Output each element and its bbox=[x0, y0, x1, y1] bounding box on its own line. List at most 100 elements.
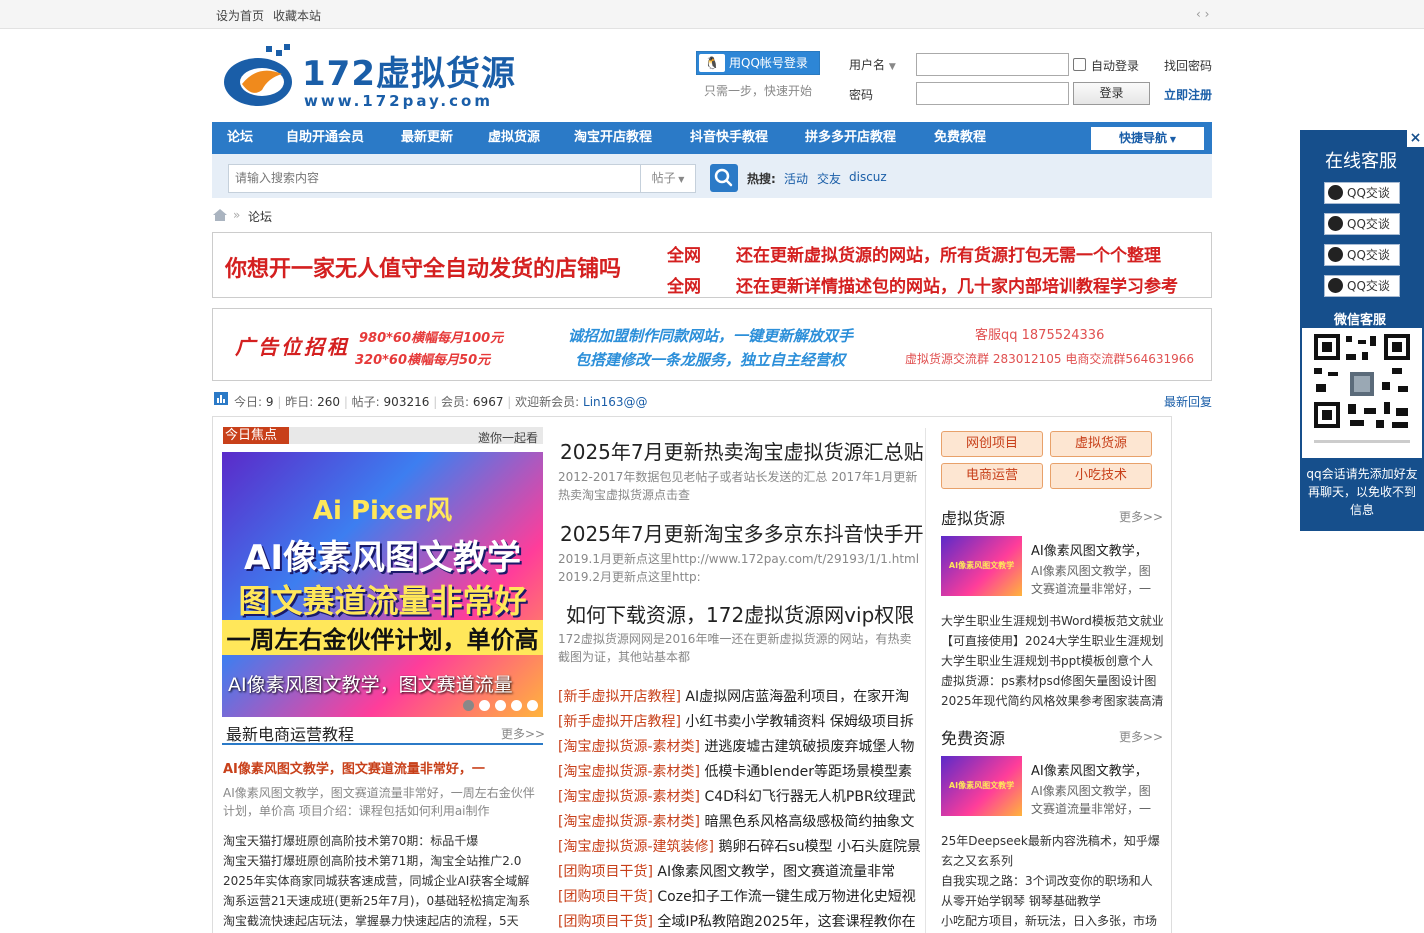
newest-member-link[interactable]: Lin163@@ bbox=[583, 395, 648, 409]
category-button[interactable]: 电商运营 bbox=[941, 463, 1043, 489]
list-item[interactable]: [团购项目干货] 全域IP私教陪跑2025年，这套课程教你在 bbox=[558, 911, 920, 931]
search-input[interactable]: 请输入搜索内容 bbox=[228, 164, 641, 193]
list-item[interactable]: [淘宝虚拟货源-素材类] C4D科幻飞行器无人机PBR纹理武 bbox=[558, 786, 920, 806]
list-item-tag[interactable]: [团购项目干货] bbox=[558, 889, 653, 905]
list-item[interactable]: [淘宝虚拟货源-素材类] 暗黑色系风格高级感极简约抽象文 bbox=[558, 811, 920, 831]
list-item[interactable]: 淘系运营21天速成班(更新25年7月)，0基础轻松搞定淘系 bbox=[223, 892, 543, 909]
ecom-headline[interactable]: AI像素风图文教学，图文赛道流量非常好，一 bbox=[223, 758, 543, 777]
list-item[interactable]: 淘宝天猫打爆班原创高阶技术第71期，淘宝全站推广2.0 bbox=[223, 852, 543, 869]
find-password-link[interactable]: 找回密码 bbox=[1164, 57, 1212, 74]
list-item[interactable]: [淘宝虚拟货源-建筑装修] 鹅卵石碎石su模型 小石头庭院景 bbox=[558, 836, 920, 856]
list-item[interactable]: 【可直接使用】2024大学生职业生涯规划 bbox=[941, 632, 1163, 649]
free-thumbnail[interactable]: AI像素风图文教学 bbox=[941, 756, 1022, 816]
slide-dot[interactable] bbox=[479, 700, 490, 711]
list-item[interactable]: 2025年现代简约风格效果参考图家装高清 bbox=[941, 692, 1163, 709]
list-item-text[interactable]: 暗黑色系风格高级感极简约抽象文 bbox=[704, 814, 914, 830]
list-item[interactable]: [团购项目干货] Coze扣子工作流一键生成万物进化史短视 bbox=[558, 886, 920, 906]
list-item[interactable]: 2025年实体商家同城获客速成营，同城企业AI获客全域解 bbox=[223, 872, 543, 889]
list-item[interactable]: 小吃配方项目，新玩法，日入多张，市场 bbox=[941, 912, 1163, 929]
list-item[interactable]: [淘宝虚拟货源-素材类] 迸逃废墟古建筑破损废弃城堡人物 bbox=[558, 736, 920, 756]
qq-login-button[interactable]: 🐧 用QQ帐号登录 bbox=[696, 51, 820, 75]
list-item[interactable]: 虚拟货源：ps素材psd修图矢量图设计图 bbox=[941, 672, 1163, 689]
slide-dot[interactable] bbox=[495, 700, 506, 711]
invite-link[interactable]: 邀你一起看 bbox=[478, 429, 538, 446]
category-button[interactable]: 小吃技术 bbox=[1050, 463, 1152, 489]
toggle-width-icon[interactable]: ‹ › bbox=[1196, 7, 1209, 21]
ad-banner-1[interactable]: 你想开一家无人值守全自动发货的店铺吗 全网 还在更新虚拟货源的网站，所有货源打包… bbox=[212, 232, 1212, 298]
breadcrumb-current[interactable]: 论坛 bbox=[248, 208, 272, 225]
list-item-text[interactable]: AI虚拟网店蓝海盈利项目，在家开淘 bbox=[685, 689, 909, 705]
logo-title[interactable]: 172虚拟货源 bbox=[302, 46, 516, 95]
nav-item-taobao[interactable]: 淘宝开店教程 bbox=[574, 122, 652, 154]
list-item-text[interactable]: 小红书卖小学教辅资料 保姆级项目拆 bbox=[685, 714, 913, 730]
set-home-link[interactable]: 设为首页 bbox=[216, 7, 264, 24]
list-item[interactable]: 自我实现之路：3个词改变你的职场和人 bbox=[941, 872, 1163, 889]
qq-chat-button[interactable]: QQ交谈 bbox=[1324, 182, 1400, 204]
slide-dot[interactable] bbox=[463, 700, 474, 711]
hot-search-item[interactable]: discuz bbox=[849, 170, 887, 184]
focus-slide-image[interactable]: Ai Pixer风 AI像素风图文教学 图文赛道流量非常好 一周左右金伙伴计划，… bbox=[222, 452, 543, 717]
category-button[interactable]: 虚拟货源 bbox=[1050, 431, 1152, 457]
list-item-text[interactable]: 全域IP私教陪跑2025年，这套课程教你在 bbox=[657, 914, 915, 930]
qq-chat-button[interactable]: QQ交谈 bbox=[1324, 213, 1400, 235]
virtual-thumb-title[interactable]: AI像素风图文教学， bbox=[1031, 540, 1161, 559]
nav-item-virtual[interactable]: 虚拟货源 bbox=[488, 122, 540, 154]
list-item[interactable]: 淘宝天猫打爆班原创高阶技术第70期：标品千爆 bbox=[223, 832, 543, 849]
list-item[interactable]: 玄之又玄系列 bbox=[941, 852, 1163, 869]
username-field[interactable] bbox=[916, 53, 1069, 76]
list-item-tag[interactable]: [团购项目干货] bbox=[558, 914, 653, 930]
password-field[interactable] bbox=[916, 82, 1069, 105]
list-item[interactable]: 从零开始学钢琴 钢琴基础教学 bbox=[941, 892, 1163, 909]
list-item[interactable]: [淘宝虚拟货源-素材类] 低模卡通blender等距场景模型素 bbox=[558, 761, 920, 781]
list-item-text[interactable]: 鹅卵石碎石su模型 小石头庭院景 bbox=[718, 839, 920, 855]
list-item-tag[interactable]: [新手虚拟开店教程] bbox=[558, 714, 681, 730]
latest-reply-link[interactable]: 最新回复 bbox=[1164, 393, 1212, 410]
list-item-text[interactable]: 迸逃废墟古建筑破损废弃城堡人物 bbox=[704, 739, 914, 755]
list-item-text[interactable]: AI像素风图文教学，图文赛道流量非常 bbox=[657, 864, 895, 880]
list-item-text[interactable]: 低模卡通blender等距场景模型素 bbox=[704, 764, 912, 780]
list-item-tag[interactable]: [团购项目干货] bbox=[558, 864, 653, 880]
list-item[interactable]: 25年Deepseek最新内容洗稿术，知乎爆 bbox=[941, 832, 1163, 849]
list-item-tag[interactable]: [淘宝虚拟货源-素材类] bbox=[558, 764, 700, 780]
qq-chat-button[interactable]: QQ交谈 bbox=[1324, 275, 1400, 297]
username-type-select[interactable]: 用户名 ▼ bbox=[849, 56, 896, 73]
close-icon[interactable]: × bbox=[1407, 130, 1424, 147]
headline-title[interactable]: 2025年7月更新淘宝多多京东抖音快手开 bbox=[560, 518, 924, 547]
hot-search-item[interactable]: 活动 bbox=[784, 170, 808, 187]
category-button[interactable]: 网创项目 bbox=[941, 431, 1043, 457]
nav-item-douyin[interactable]: 抖音快手教程 bbox=[690, 122, 768, 154]
list-item-text[interactable]: Coze扣子工作流一键生成万物进化史短视 bbox=[657, 889, 915, 905]
ad-banner-2[interactable]: 广告位招租 980*60横幅每月100元 320*60横幅每月50元 诚招加盟制… bbox=[212, 308, 1212, 381]
nav-item-latest[interactable]: 最新更新 bbox=[401, 122, 453, 154]
free-more-link[interactable]: 更多>> bbox=[1119, 728, 1163, 745]
hot-search-item[interactable]: 交友 bbox=[817, 170, 841, 187]
ecom-more-link[interactable]: 更多>> bbox=[501, 725, 545, 742]
headline-title[interactable]: 如何下载资源，172虚拟货源网vip权限 bbox=[566, 599, 914, 628]
list-item[interactable]: 大学生职业生涯规划书ppt模板创意个人 bbox=[941, 652, 1163, 669]
list-item-tag[interactable]: [淘宝虚拟货源-素材类] bbox=[558, 814, 700, 830]
list-item-tag[interactable]: [淘宝虚拟货源-素材类] bbox=[558, 789, 700, 805]
virtual-thumbnail[interactable]: AI像素风图文教学 bbox=[941, 536, 1022, 596]
qq-chat-button[interactable]: QQ交谈 bbox=[1324, 244, 1400, 266]
nav-item-pdd[interactable]: 拼多多开店教程 bbox=[805, 122, 896, 154]
list-item[interactable]: [新手虚拟开店教程] 小红书卖小学教辅资料 保姆级项目拆 bbox=[558, 711, 920, 731]
virtual-more-link[interactable]: 更多>> bbox=[1119, 508, 1163, 525]
quick-nav-button[interactable]: 快捷导航 ▼ bbox=[1091, 127, 1204, 150]
slide-dot[interactable] bbox=[527, 700, 538, 711]
register-link[interactable]: 立即注册 bbox=[1164, 86, 1212, 103]
list-item[interactable]: [新手虚拟开店教程] AI虚拟网店蓝海盈利项目，在家开淘 bbox=[558, 686, 920, 706]
auto-login-checkbox[interactable] bbox=[1073, 58, 1086, 71]
nav-item-free[interactable]: 免费教程 bbox=[934, 122, 986, 154]
bookmark-link[interactable]: 收藏本站 bbox=[273, 7, 321, 24]
logo-swirl-icon[interactable] bbox=[222, 44, 300, 110]
list-item-tag[interactable]: [淘宝虚拟货源-素材类] bbox=[558, 739, 700, 755]
slide-dot[interactable] bbox=[511, 700, 522, 711]
login-button[interactable]: 登录 bbox=[1073, 82, 1150, 105]
list-item[interactable]: 大学生职业生涯规划书Word模板范文就业 bbox=[941, 612, 1163, 629]
nav-item-forum[interactable]: 论坛 bbox=[227, 122, 253, 154]
list-item-tag[interactable]: [淘宝虚拟货源-建筑装修] bbox=[558, 839, 714, 855]
home-icon[interactable] bbox=[213, 209, 227, 221]
list-item[interactable]: [团购项目干货] AI像素风图文教学，图文赛道流量非常 bbox=[558, 861, 920, 881]
headline-title[interactable]: 2025年7月更新热卖淘宝虚拟货源汇总贴 bbox=[560, 436, 924, 465]
search-type-select[interactable]: 帖子 ▼ bbox=[640, 164, 696, 193]
